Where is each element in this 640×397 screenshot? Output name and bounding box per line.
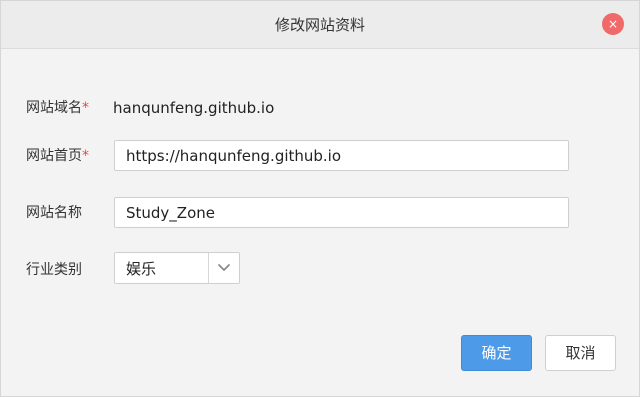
domain-label-text: 网站域名 [26,100,82,116]
homepage-label: 网站首页* [26,147,89,165]
category-label: 行业类别 [26,262,82,278]
edit-site-dialog: 修改网站资料 × 网站域名* hanqunfeng.github.io 网站首页… [0,0,640,397]
domain-label: 网站域名* [26,99,89,117]
category-select[interactable]: 娱乐 [114,252,240,284]
category-selected-value: 娱乐 [126,260,157,278]
close-button[interactable]: × [602,13,624,35]
domain-value: hanqunfeng.github.io [113,99,275,117]
dialog-titlebar: 修改网站资料 × [1,1,639,49]
site-name-input[interactable] [114,197,569,228]
required-mark: * [82,148,89,164]
cancel-button[interactable]: 取消 [545,335,616,371]
dialog-title: 修改网站资料 [274,16,365,34]
confirm-button[interactable]: 确定 [461,335,532,371]
site-name-label: 网站名称 [26,205,82,221]
chevron-down-icon[interactable] [216,259,232,275]
homepage-input[interactable] [114,140,569,171]
select-divider [208,253,209,283]
required-mark: * [82,100,89,116]
homepage-label-text: 网站首页 [26,148,82,164]
close-icon: × [607,17,619,31]
